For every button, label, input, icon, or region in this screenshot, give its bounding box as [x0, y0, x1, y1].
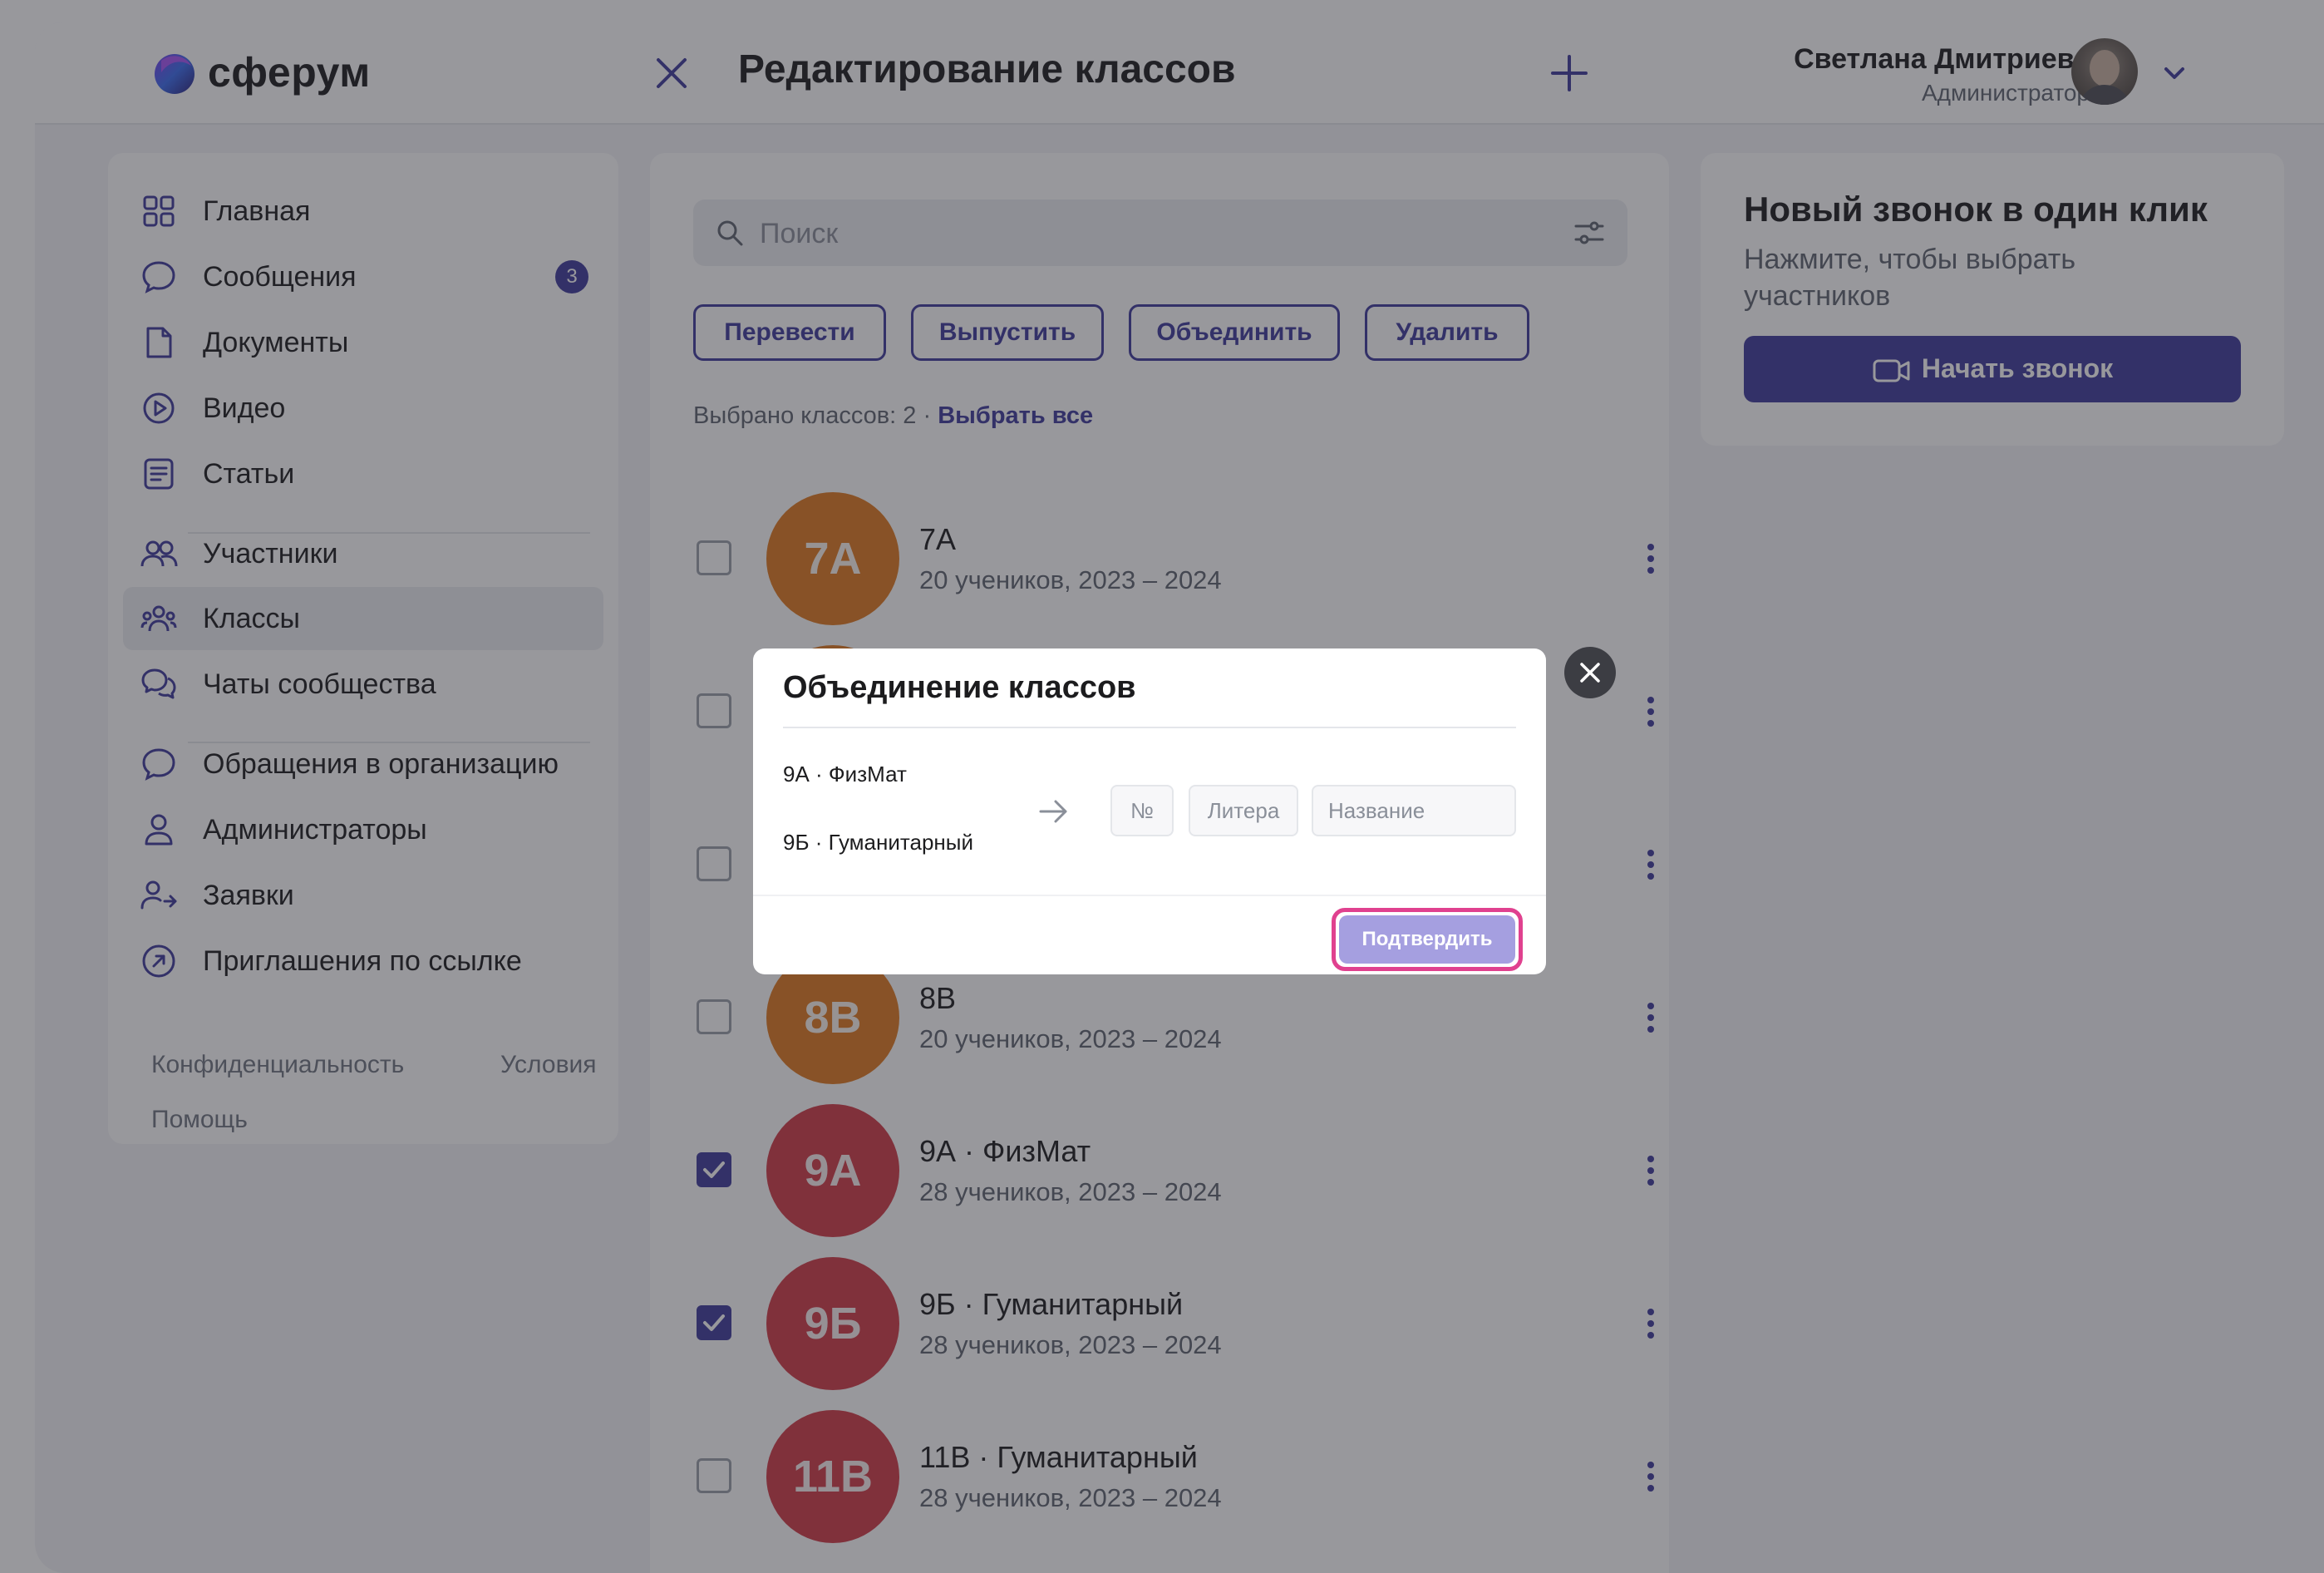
- source-class: 9А · ФизМат: [783, 762, 907, 786]
- dialog-divider: [783, 727, 1516, 728]
- dialog-footer-divider: [753, 895, 1546, 896]
- dialog-title: Объединение классов: [783, 670, 1136, 705]
- source-class: 9Б · Гуманитарный: [783, 830, 973, 855]
- close-icon: [1580, 663, 1600, 683]
- class-letter-input[interactable]: [1189, 785, 1298, 836]
- confirm-highlight: Подтвердить: [1332, 908, 1523, 971]
- merge-classes-dialog: Объединение классов 9А · ФизМат 9Б · Гум…: [753, 648, 1546, 974]
- confirm-button[interactable]: Подтвердить: [1339, 915, 1515, 964]
- arrow-right-icon: [1039, 800, 1067, 823]
- class-name-input[interactable]: [1312, 785, 1516, 836]
- class-number-input[interactable]: [1110, 785, 1174, 836]
- dialog-close-button[interactable]: [1564, 647, 1616, 698]
